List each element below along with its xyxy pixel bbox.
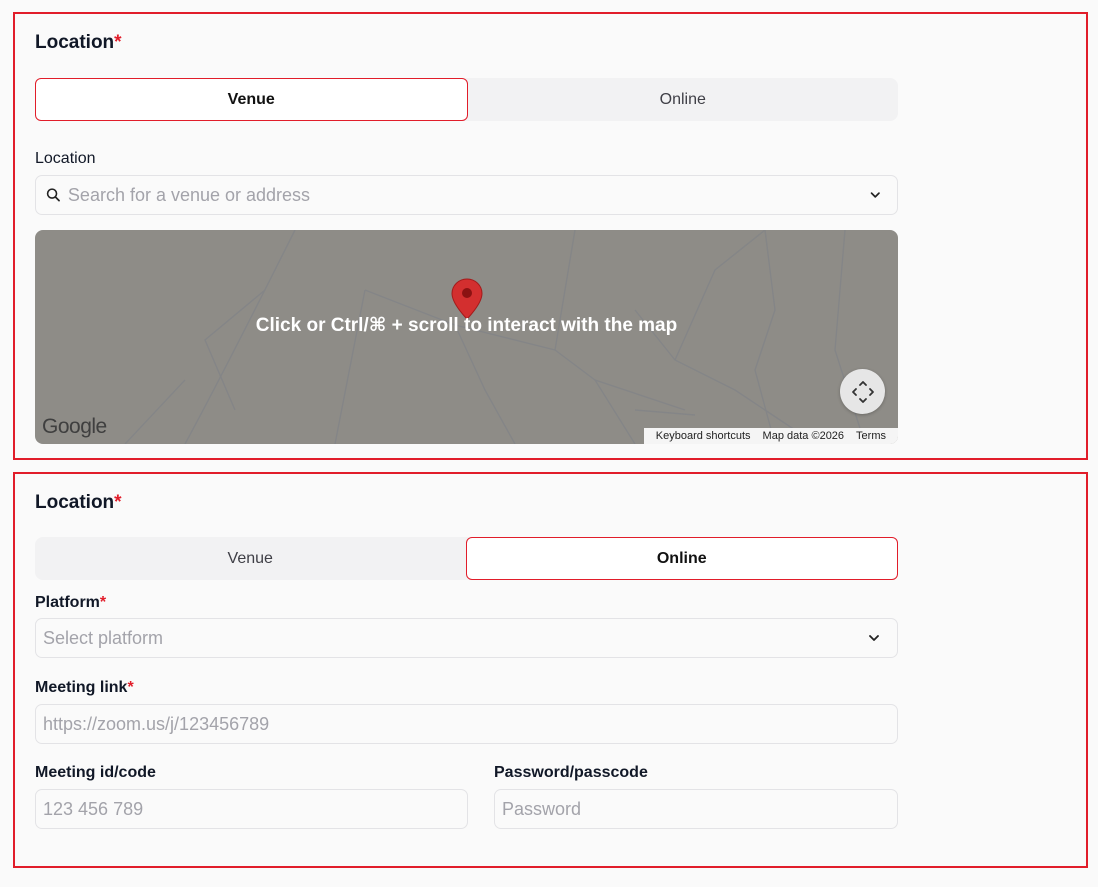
meeting-link-input[interactable] xyxy=(36,705,897,743)
platform-label: Platform* xyxy=(35,594,107,611)
venue-search-input[interactable] xyxy=(60,176,865,214)
keyboard-shortcuts-link[interactable]: Keyboard shortcuts xyxy=(656,430,751,442)
location-type-toggle: Venue Online xyxy=(35,78,898,121)
pan-arrows-icon xyxy=(851,380,874,403)
platform-select-value: Select platform xyxy=(43,627,164,648)
map-interaction-hint: Click or Ctrl/⌘ + scroll to interact wit… xyxy=(255,315,678,336)
map-data-text: Map data ©2026 xyxy=(762,430,845,442)
tab-online[interactable]: Online xyxy=(468,78,899,121)
location-panel-online: Location* Venue Online Platform* Select … xyxy=(13,472,1088,868)
required-mark: * xyxy=(114,492,122,513)
password-field[interactable] xyxy=(494,789,898,829)
tab-online[interactable]: Online xyxy=(465,537,898,580)
meeting-id-field[interactable] xyxy=(35,789,468,829)
meeting-id-input[interactable] xyxy=(36,790,467,828)
password-input[interactable] xyxy=(495,790,897,828)
location-panel-venue: Location* Venue Online Location Search f… xyxy=(13,12,1088,460)
google-logo: Google xyxy=(42,415,107,438)
map-embed[interactable]: Click or Ctrl/⌘ + scroll to interact wit… xyxy=(35,230,898,444)
map-camera-control-button[interactable] xyxy=(840,369,885,414)
section-title: Location* xyxy=(35,492,122,513)
tab-venue[interactable]: Venue xyxy=(35,537,466,580)
required-mark: * xyxy=(114,32,122,53)
map-roads xyxy=(124,230,866,444)
meeting-link-label: Meeting link* xyxy=(35,679,134,696)
location-type-toggle: Venue Online xyxy=(35,537,898,580)
password-label: Password/passcode xyxy=(494,764,648,781)
chevron-down-icon[interactable] xyxy=(863,627,885,649)
chevron-down-icon[interactable] xyxy=(865,184,886,206)
platform-select[interactable]: Select platform xyxy=(35,618,898,658)
location-label: Location xyxy=(35,150,96,167)
meeting-id-label: Meeting id/code xyxy=(35,764,156,781)
meeting-link-field[interactable] xyxy=(35,704,898,744)
venue-search-combobox[interactable] xyxy=(35,175,898,215)
search-icon xyxy=(46,188,60,202)
section-title: Location* xyxy=(35,32,122,53)
map-attribution: Keyboard shortcuts Map data ©2026 Terms xyxy=(643,428,898,444)
terms-link[interactable]: Terms xyxy=(856,430,886,442)
tab-venue[interactable]: Venue xyxy=(35,78,468,121)
